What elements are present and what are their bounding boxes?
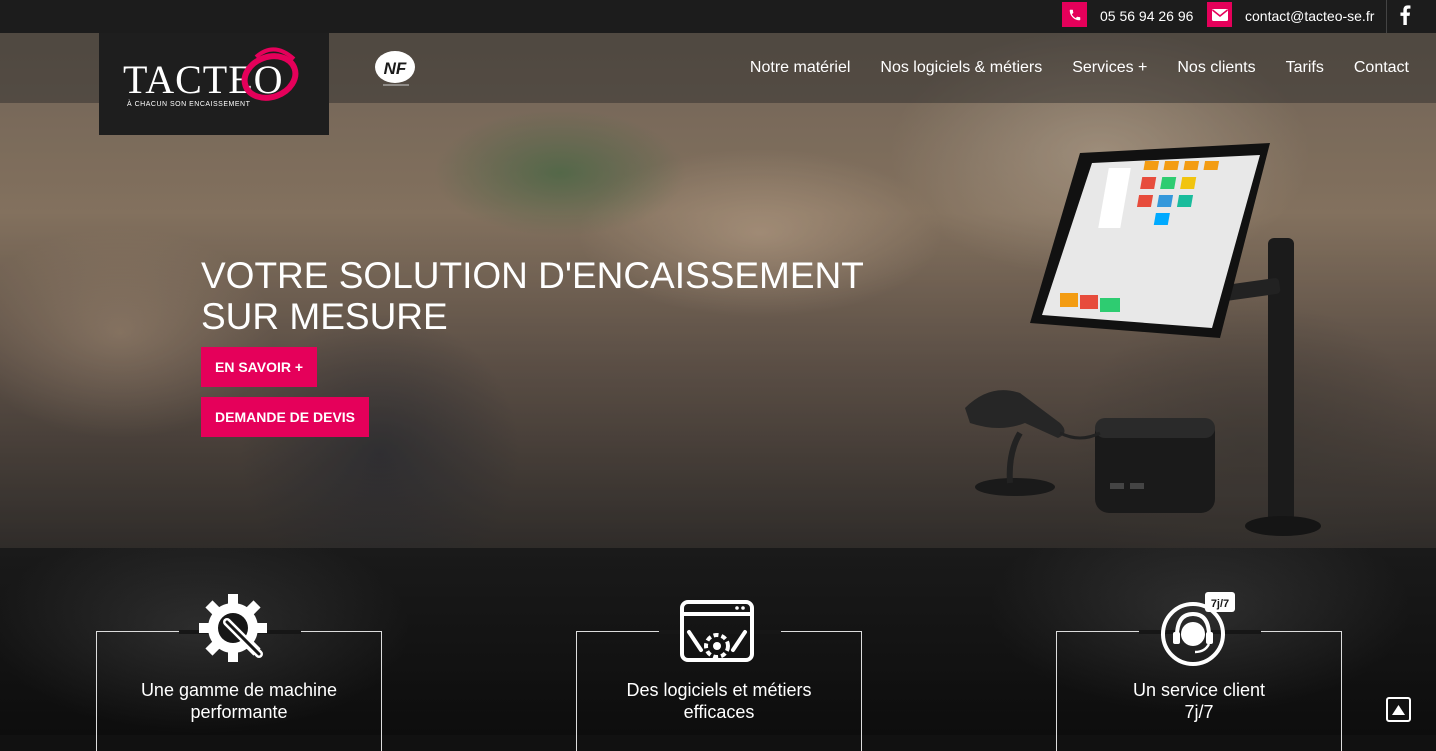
nav-item-services[interactable]: Services + — [1072, 59, 1147, 77]
nav-menu: Notre matériel Nos logiciels & métiers S… — [750, 59, 1409, 77]
gear-wrench-icon — [199, 594, 267, 662]
headset-support-icon: 7j/7 — [1161, 592, 1235, 666]
hero-headline: VOTRE SOLUTION D'ENCAISSEMENT SUR MESURE — [201, 255, 864, 337]
nf-label: NF — [384, 59, 407, 78]
facebook-icon[interactable] — [1399, 5, 1413, 27]
feature-text-software: Des logiciels et métiers efficaces — [577, 679, 861, 723]
hero-banner: Notre matériel Nos logiciels & métiers S… — [0, 33, 1436, 548]
nav-item-tarifs[interactable]: Tarifs — [1286, 59, 1324, 77]
caret-up-icon — [1392, 704, 1405, 715]
nav-item-contact[interactable]: Contact — [1354, 59, 1409, 77]
support-badge-label: 7j/7 — [1211, 598, 1229, 610]
nf-certification-badge: NF — [373, 48, 419, 93]
feature-text-support: Un service client 7j/7 — [1057, 679, 1341, 723]
phone-icon[interactable] — [1062, 2, 1087, 27]
top-bar: 05 56 94 26 96 contact@tacteo-se.fr — [0, 0, 1436, 33]
logo-swirl-icon — [241, 47, 299, 101]
feature-line: Un service client — [1132, 680, 1266, 700]
feature-line: performante — [190, 702, 288, 722]
email-link[interactable]: contact@tacteo-se.fr — [1245, 8, 1374, 24]
feature-card-support: 7j/7 Un service client 7j/7 — [1056, 592, 1342, 751]
feature-line: Des logiciels et métiers — [626, 680, 812, 700]
nav-item-materiel[interactable]: Notre matériel — [750, 59, 850, 77]
learn-more-button[interactable]: EN SAVOIR + — [201, 347, 318, 387]
site-logo[interactable]: TACTEO À CHACUN SON ENCAISSEMENT — [99, 33, 329, 135]
phone-number[interactable]: 05 56 94 26 96 — [1100, 8, 1193, 24]
pos-terminal-illustration — [965, 143, 1321, 536]
feature-line: Une gamme de machine — [140, 680, 338, 700]
feature-card-software: Des logiciels et métiers efficaces — [576, 600, 862, 751]
feature-text-hardware: Une gamme de machine performante — [97, 679, 381, 723]
software-gears-icon — [680, 600, 754, 662]
quote-request-button[interactable]: DEMANDE DE DEVIS — [201, 397, 370, 437]
nav-item-clients[interactable]: Nos clients — [1177, 59, 1255, 77]
feature-line: 7j/7 — [1184, 702, 1214, 722]
features-section: Une gamme de machine performante Des log… — [0, 548, 1436, 751]
nav-item-logiciels[interactable]: Nos logiciels & métiers — [880, 59, 1042, 77]
scroll-to-top-button[interactable] — [1386, 697, 1411, 722]
feature-line: efficaces — [683, 702, 755, 722]
divider — [1386, 0, 1387, 33]
hero-headline-line-1: VOTRE SOLUTION D'ENCAISSEMENT — [201, 255, 864, 296]
envelope-icon[interactable] — [1207, 2, 1232, 27]
hero-headline-line-2: SUR MESURE — [201, 296, 448, 337]
feature-card-hardware: Une gamme de machine performante — [96, 594, 382, 751]
